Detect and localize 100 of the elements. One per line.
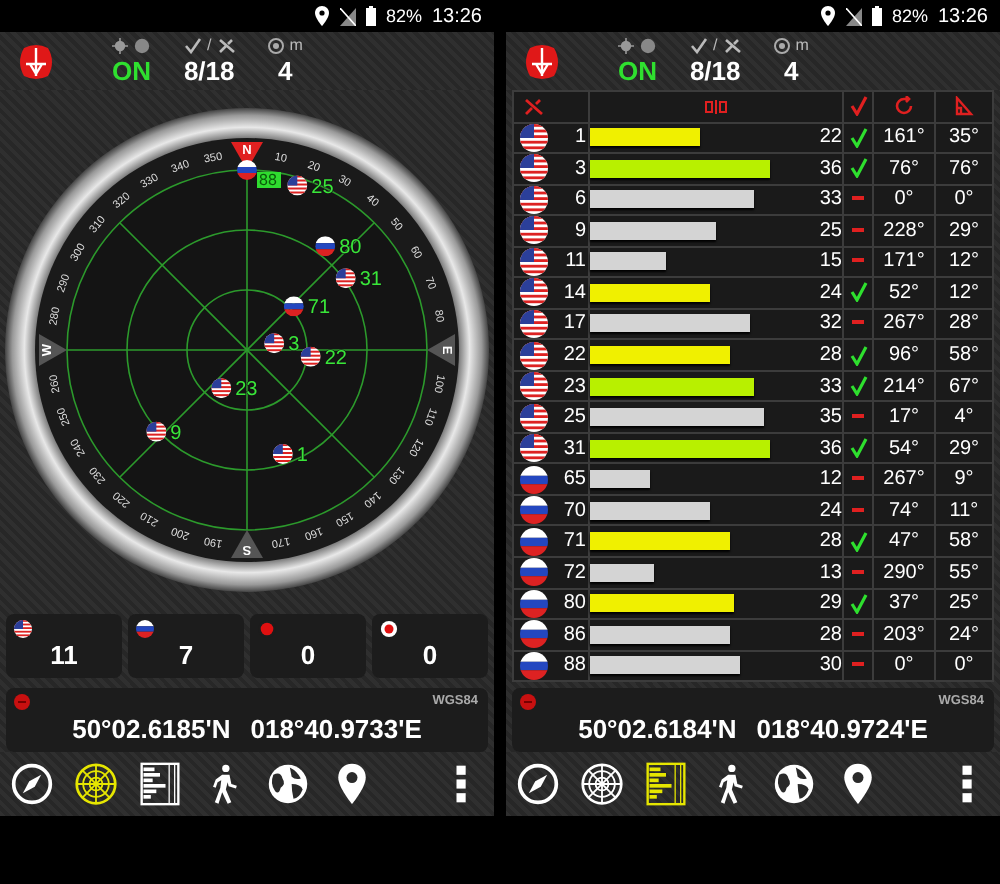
elevation-cell: 58°: [934, 340, 992, 370]
azimuth-cell: 76°: [872, 154, 934, 184]
elevation-cell: 11°: [934, 495, 992, 525]
azimuth-cell: 0°: [872, 651, 934, 681]
azimuth-cell: 228°: [872, 216, 934, 246]
bar-chart-icon: [644, 762, 688, 806]
satellite-icon: [217, 38, 236, 54]
menu-icon: [454, 762, 470, 806]
satellite-count: 7: [178, 640, 194, 670]
location-icon: [819, 6, 836, 26]
accuracy-value: 4: [783, 56, 799, 86]
satellite-label: 3: [288, 334, 300, 357]
check-icon: [689, 38, 707, 54]
battery-percent: 82%: [891, 6, 928, 26]
fix-status: ON: [618, 56, 657, 86]
satellite-label: 9: [170, 422, 182, 445]
satellite-label: 88: [259, 171, 277, 189]
record-icon: [520, 694, 536, 710]
snr-value: 15: [817, 250, 842, 273]
prn-cell-text: 31: [561, 435, 588, 463]
snr-value: 24: [817, 499, 842, 522]
longitude: 018°40.9733'E: [250, 714, 422, 744]
prn-cell-text: 65: [561, 466, 588, 494]
prn-cell-text: 72: [561, 559, 588, 587]
azimuth-cell: 267°: [872, 309, 934, 339]
compass-icon: [10, 762, 54, 806]
snr-value: 29: [817, 592, 842, 615]
prn-cell-text: 80: [561, 590, 588, 619]
satellite-icon: [524, 97, 544, 116]
azimuth-cell: 267°: [872, 464, 934, 494]
bar-chart-icon: [138, 762, 182, 806]
gps-icon: [618, 38, 635, 54]
azimuth-cell: 74°: [872, 495, 934, 525]
satellites-used: 8/18: [183, 56, 235, 86]
battery-icon: [871, 6, 882, 26]
satellite-count: 11: [50, 640, 78, 670]
no-sim-icon: [845, 7, 862, 25]
nav-button[interactable]: [642, 760, 690, 808]
satellites-used: 8/18: [689, 56, 741, 86]
azimuth-cell: 96°: [872, 340, 934, 370]
satellite-label: 22: [324, 347, 347, 370]
snr-value: 28: [817, 530, 842, 553]
unit-label: m: [289, 36, 303, 56]
snr-value: 25: [817, 219, 842, 242]
elevation-cell: 67°: [934, 371, 992, 401]
compass-icon: [516, 762, 560, 806]
radar-icon: [580, 762, 624, 806]
elevation-cell: 12°: [934, 278, 992, 308]
prn-cell-text: 1: [572, 124, 588, 153]
battery-percent: 82%: [385, 6, 422, 26]
elevation-icon: [954, 96, 974, 117]
no-sim-icon: [339, 7, 356, 25]
snr-value: 32: [817, 312, 842, 335]
snr-value: 36: [817, 157, 842, 180]
nav-button[interactable]: [72, 760, 120, 808]
nav-button[interactable]: [136, 760, 184, 808]
check-icon: [849, 96, 867, 117]
menu-icon: [960, 762, 976, 806]
satellite-label: 71: [307, 297, 331, 320]
snr-value: 12: [817, 468, 842, 491]
app-logo-icon: [522, 41, 562, 81]
signal-icon: [704, 99, 728, 114]
unit-label: m: [795, 36, 809, 56]
rotate-icon: [894, 96, 914, 117]
elevation-cell: 4°: [934, 402, 992, 432]
azimuth-cell: 47°: [872, 526, 934, 556]
snr-value: 30: [817, 654, 842, 677]
azimuth-cell: 161°: [872, 123, 934, 153]
azimuth-cell: 203°: [872, 620, 934, 650]
satellite-count: 0: [300, 640, 316, 670]
prn-cell-text: 6: [572, 186, 588, 215]
prn-cell-text: 71: [561, 528, 588, 556]
elevation-cell: 25°: [934, 589, 992, 619]
prn-cell-text: 14: [561, 279, 588, 308]
azimuth-cell: 52°: [872, 278, 934, 308]
elevation-cell: 29°: [934, 216, 992, 246]
separator: /: [713, 36, 718, 56]
azimuth-cell: 171°: [872, 247, 934, 277]
elevation-cell: 28°: [934, 309, 992, 339]
azimuth-cell: 37°: [872, 589, 934, 619]
accuracy-icon: [773, 38, 790, 54]
prn-cell-text: 9: [572, 217, 588, 246]
snr-value: 33: [817, 188, 842, 211]
record-icon: [14, 694, 30, 710]
latitude: 50°02.6185'N: [72, 714, 231, 744]
app-logo-icon: [16, 41, 56, 81]
satellite-label: 23: [235, 379, 258, 402]
satellite-count: 0: [422, 640, 438, 670]
azimuth-cell: 0°: [872, 185, 934, 215]
separator: /: [207, 36, 212, 56]
gps-icon: [112, 38, 129, 54]
satellite-label: 31: [359, 269, 382, 292]
elevation-cell: 9°: [934, 464, 992, 494]
elevation-cell: 55°: [934, 557, 992, 587]
snr-value: 28: [817, 623, 842, 646]
prn-cell-text: 86: [561, 621, 588, 650]
prn-cell-text: 88: [561, 652, 588, 681]
azimuth-cell: 17°: [872, 402, 934, 432]
snr-value: 35: [817, 406, 842, 429]
snr-value: 24: [817, 281, 842, 304]
